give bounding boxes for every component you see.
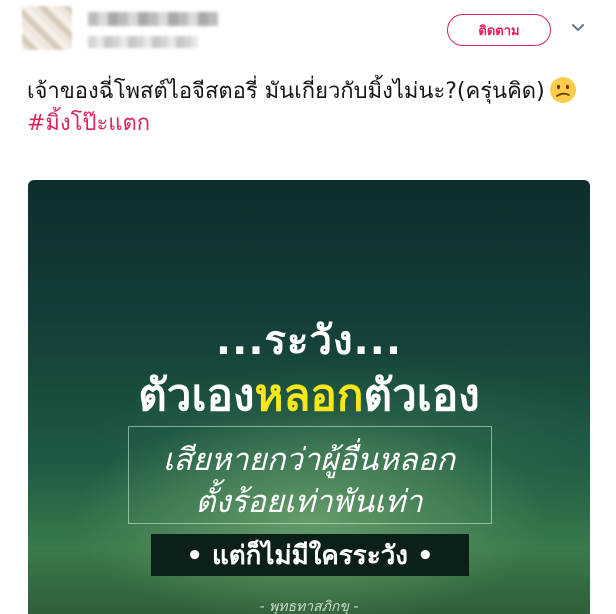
follow-button[interactable]: ติดตาม <box>447 14 551 46</box>
tweet-image[interactable]: ...ระวัง... ตัวเองหลอกตัวเอง เสียหายกว่า… <box>28 180 590 614</box>
quote-line-4: ตั้งร้อยเท่าพันเท่า <box>195 484 423 520</box>
quote-line-2-highlight: หลอก <box>254 370 364 421</box>
quote-signature: - พุทธทาสภิกขุ - <box>259 599 359 614</box>
quote-line-2-after: ตัวเอง <box>363 370 480 421</box>
avatar[interactable] <box>22 6 72 50</box>
display-name-blurred[interactable] <box>88 12 218 26</box>
chevron-down-icon[interactable] <box>570 20 586 36</box>
confused-face-emoji-icon <box>549 76 577 104</box>
quote-line-2: ตัวเองหลอกตัวเอง <box>28 360 590 430</box>
quote-line-2-before: ตัวเอง <box>138 370 255 421</box>
quote-banner: • แต่ก็ไม่มีใครระวัง • <box>151 534 469 576</box>
tweet-header: ติดตาม <box>0 0 616 60</box>
username-blurred[interactable] <box>88 36 198 48</box>
hashtag-link[interactable]: #มิ้งโป๊ะแตก <box>27 108 587 140</box>
tweet-text: เจ้าของฉี่โพสต์ไอจีสตอรี่ มันเกี่ยวกับมิ… <box>27 76 587 140</box>
tweet-body: เจ้าของฉี่โพสต์ไอจีสตอรี่ มันเกี่ยวกับมิ… <box>27 79 545 104</box>
